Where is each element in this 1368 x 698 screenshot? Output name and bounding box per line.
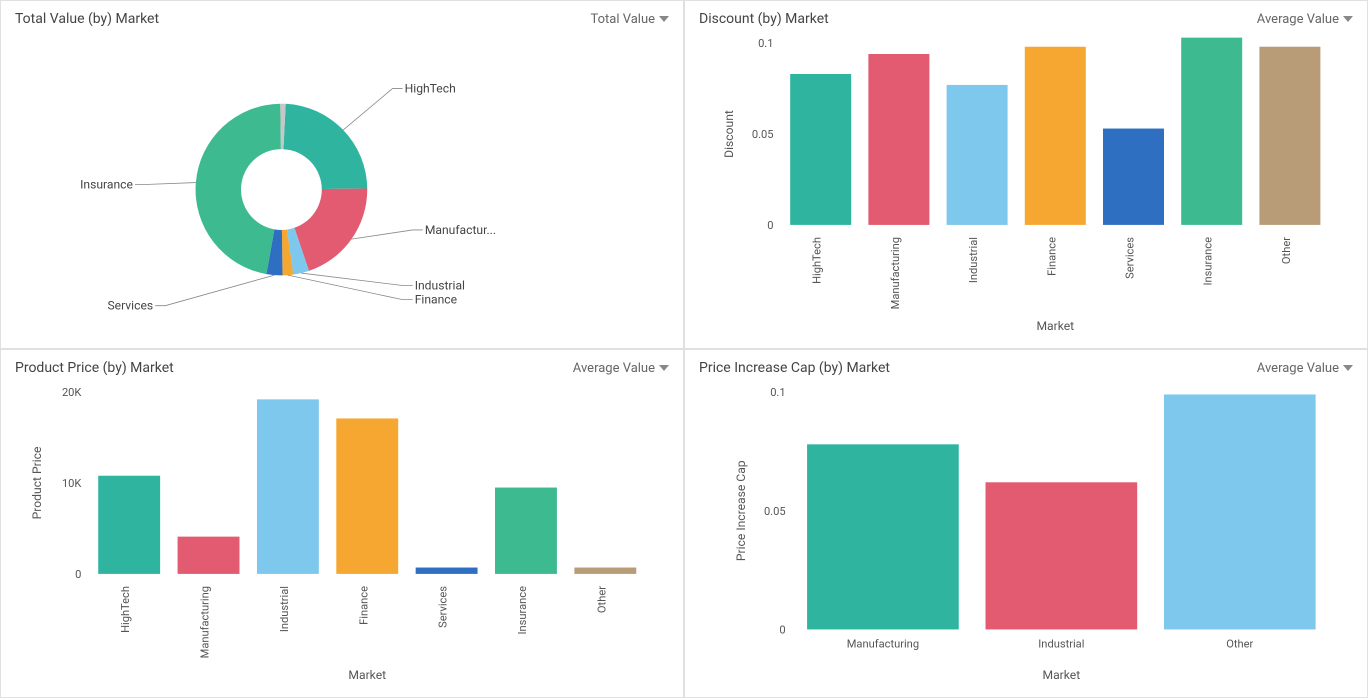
bar[interactable] [336, 418, 398, 573]
y-tick: 10K [62, 477, 81, 490]
panel-header: Product Price (by) Market Average Value [15, 360, 669, 376]
x-tick: Services [1123, 237, 1136, 279]
x-tick: HighTech [119, 586, 132, 633]
chevron-down-icon [659, 16, 669, 22]
panel-price-cap: Price Increase Cap (by) Market Average V… [684, 349, 1368, 698]
bar[interactable] [1181, 38, 1242, 225]
x-tick: Industrial [967, 237, 980, 283]
bar[interactable] [495, 488, 557, 574]
x-tick: Finance [1045, 237, 1058, 276]
metric-dropdown[interactable]: Average Value [1257, 12, 1353, 27]
panel-header: Discount (by) Market Average Value [699, 11, 1353, 27]
panel-title: Total Value (by) Market [15, 11, 159, 27]
bar-chart-discount: 0 0.05 0.1 HighTech Manufacturing Industrial F… [699, 33, 1353, 336]
panel-product-price: Product Price (by) Market Average Value … [0, 349, 684, 698]
donut-slice[interactable] [283, 104, 367, 189]
bar[interactable] [790, 74, 851, 225]
y-axis-label: Price Increase Cap [734, 460, 748, 561]
donut-label: Insurance [80, 178, 133, 192]
donut-slice[interactable] [294, 188, 367, 270]
donut-label: Manufactur... [425, 223, 496, 237]
panel-total-value: Total Value (by) Market Total Value High… [0, 0, 684, 349]
bar[interactable] [416, 568, 478, 574]
x-tick: Manufacturing [847, 638, 919, 651]
y-tick: 20K [62, 386, 81, 399]
y-tick: 0 [767, 219, 773, 232]
panel-header: Price Increase Cap (by) Market Average V… [699, 360, 1353, 376]
donut-slice[interactable] [196, 104, 281, 274]
metric-dropdown[interactable]: Total Value [590, 12, 669, 27]
x-tick: Industrial [1038, 638, 1084, 651]
bar[interactable] [947, 85, 1008, 225]
x-tick: Finance [357, 586, 370, 625]
donut-chart: HighTech Manufactur... IndustrialFinance Se… [15, 33, 669, 336]
y-tick: 0 [779, 623, 785, 636]
panel-discount: Discount (by) Market Average Value 0 0.05… [684, 0, 1368, 349]
x-tick: Manufacturing [199, 586, 212, 658]
y-tick: 0.1 [758, 37, 773, 50]
chevron-down-icon [1343, 365, 1353, 371]
bar[interactable] [986, 482, 1138, 629]
metric-dropdown[interactable]: Average Value [573, 361, 669, 376]
y-tick: 0.05 [752, 128, 774, 141]
x-tick: Industrial [278, 586, 291, 632]
bar[interactable] [1164, 394, 1316, 629]
x-axis-label: Market [1043, 668, 1081, 682]
y-tick: 0.1 [770, 386, 785, 399]
bar-chart-price-cap: 0 0.05 0.1 Manufacturing Industrial Other Mark… [699, 382, 1353, 685]
y-axis-label: Product Price [30, 447, 44, 520]
bar[interactable] [178, 537, 240, 574]
x-axis-label: Market [1036, 319, 1074, 333]
panel-title: Price Increase Cap (by) Market [699, 360, 890, 376]
bar[interactable] [868, 54, 929, 225]
y-axis-label: Discount [722, 110, 736, 158]
bar[interactable] [98, 476, 160, 574]
donut-label: Industrial [415, 279, 465, 293]
donut-label: Finance [415, 293, 457, 307]
x-tick: Services [437, 586, 450, 628]
dashboard-grid: Total Value (by) Market Total Value High… [0, 0, 1368, 698]
panel-title: Product Price (by) Market [15, 360, 174, 376]
metric-dropdown[interactable]: Average Value [1257, 361, 1353, 376]
dropdown-label: Total Value [590, 12, 655, 27]
bar[interactable] [1025, 47, 1086, 225]
donut-label: HighTech [405, 82, 456, 96]
x-tick: Other [595, 586, 608, 613]
bar[interactable] [1103, 129, 1164, 225]
y-tick: 0 [75, 568, 81, 581]
x-tick: Insurance [1202, 237, 1215, 286]
donut-label: Services [107, 299, 153, 313]
panel-header: Total Value (by) Market Total Value [15, 11, 669, 27]
x-tick: Manufacturing [889, 237, 902, 309]
bar[interactable] [574, 568, 636, 574]
x-axis-label: Market [348, 668, 386, 682]
dropdown-label: Average Value [573, 361, 655, 376]
dropdown-label: Average Value [1257, 361, 1339, 376]
dropdown-label: Average Value [1257, 12, 1339, 27]
x-tick: Other [1280, 237, 1293, 264]
x-tick: Insurance [516, 586, 529, 635]
bar[interactable] [1259, 47, 1320, 225]
panel-title: Discount (by) Market [699, 11, 829, 27]
chevron-down-icon [659, 365, 669, 371]
chevron-down-icon [1343, 16, 1353, 22]
bar[interactable] [257, 399, 319, 574]
x-tick: HighTech [811, 237, 824, 284]
bar[interactable] [807, 444, 959, 629]
x-tick: Other [1226, 638, 1253, 651]
y-tick: 0.05 [764, 505, 786, 518]
bar-chart-product-price: 0 10K 20K HighTech Manufacturing Industrial Fi… [15, 382, 669, 685]
